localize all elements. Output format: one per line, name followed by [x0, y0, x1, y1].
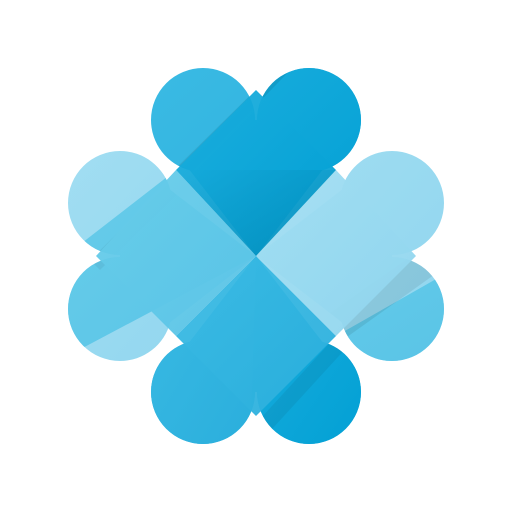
four-leaf-clover-logo-icon — [68, 68, 444, 444]
app-icon-canvas — [0, 0, 512, 512]
center-overlap-shape — [96, 90, 416, 416]
